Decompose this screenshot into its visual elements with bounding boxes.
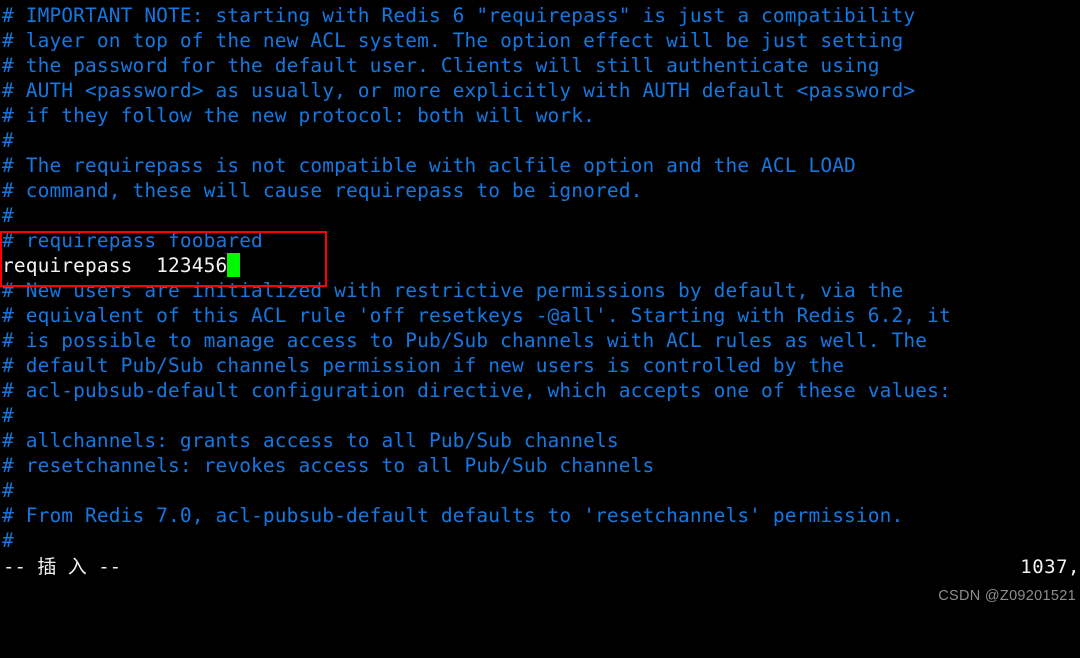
- buffer-line-7[interactable]: # command, these will cause requirepass …: [2, 178, 1080, 203]
- buffer-line-text: # AUTH <password> as usually, or more ex…: [2, 79, 916, 102]
- terminal-window: # IMPORTANT NOTE: starting with Redis 6 …: [0, 0, 1080, 608]
- buffer-line-12[interactable]: # equivalent of this ACL rule 'off reset…: [2, 303, 1080, 328]
- buffer-line-16[interactable]: #: [2, 403, 1080, 428]
- buffer-line-text: # acl-pubsub-default configuration direc…: [2, 379, 951, 402]
- buffer-line-10[interactable]: requirepass 123456: [2, 253, 1080, 278]
- buffer-line-text: # The requirepass is not compatible with…: [2, 154, 856, 177]
- buffer-line-text: requirepass 123456: [2, 254, 228, 277]
- buffer-line-2[interactable]: # the password for the default user. Cli…: [2, 53, 1080, 78]
- buffer-line-text: # equivalent of this ACL rule 'off reset…: [2, 304, 951, 327]
- buffer-line-text: #: [2, 204, 14, 227]
- text-buffer[interactable]: # IMPORTANT NOTE: starting with Redis 6 …: [0, 0, 1080, 553]
- buffer-line-18[interactable]: # resetchannels: revokes access to all P…: [2, 453, 1080, 478]
- buffer-line-4[interactable]: # if they follow the new protocol: both …: [2, 103, 1080, 128]
- buffer-line-15[interactable]: # acl-pubsub-default configuration direc…: [2, 378, 1080, 403]
- buffer-line-text: # resetchannels: revokes access to all P…: [2, 454, 655, 477]
- buffer-line-text: # command, these will cause requirepass …: [2, 179, 643, 202]
- buffer-line-13[interactable]: # is possible to manage access to Pub/Su…: [2, 328, 1080, 353]
- buffer-line-text: # New users are initialized with restric…: [2, 279, 904, 302]
- buffer-line-21[interactable]: #: [2, 528, 1080, 553]
- buffer-line-20[interactable]: # From Redis 7.0, acl-pubsub-default def…: [2, 503, 1080, 528]
- buffer-line-0[interactable]: # IMPORTANT NOTE: starting with Redis 6 …: [2, 3, 1080, 28]
- buffer-line-text: # requirepass foobared: [2, 229, 263, 252]
- buffer-line-text: # layer on top of the new ACL system. Th…: [2, 29, 904, 52]
- buffer-line-text: # IMPORTANT NOTE: starting with Redis 6 …: [2, 4, 916, 27]
- buffer-line-19[interactable]: #: [2, 478, 1080, 503]
- buffer-line-3[interactable]: # AUTH <password> as usually, or more ex…: [2, 78, 1080, 103]
- buffer-line-1[interactable]: # layer on top of the new ACL system. Th…: [2, 28, 1080, 53]
- text-cursor: [227, 253, 241, 277]
- buffer-line-text: # From Redis 7.0, acl-pubsub-default def…: [2, 504, 904, 527]
- buffer-line-11[interactable]: # New users are initialized with restric…: [2, 278, 1080, 303]
- cursor-position-indicator: 1037,: [1020, 556, 1080, 578]
- buffer-line-17[interactable]: # allchannels: grants access to all Pub/…: [2, 428, 1080, 453]
- buffer-line-14[interactable]: # default Pub/Sub channels permission if…: [2, 353, 1080, 378]
- buffer-line-text: #: [2, 404, 14, 427]
- buffer-line-text: # default Pub/Sub channels permission if…: [2, 354, 845, 377]
- buffer-line-6[interactable]: # The requirepass is not compatible with…: [2, 153, 1080, 178]
- buffer-line-text: #: [2, 129, 14, 152]
- buffer-line-text: # if they follow the new protocol: both …: [2, 104, 595, 127]
- buffer-line-5[interactable]: #: [2, 128, 1080, 153]
- buffer-line-text: #: [2, 529, 14, 552]
- buffer-line-9[interactable]: # requirepass foobared: [2, 228, 1080, 253]
- buffer-line-text: #: [2, 479, 14, 502]
- buffer-line-text: # the password for the default user. Cli…: [2, 54, 880, 77]
- vim-mode-indicator: -- 插 入 --: [3, 556, 122, 578]
- buffer-line-text: # allchannels: grants access to all Pub/…: [2, 429, 619, 452]
- vim-status-line: -- 插 入 -- 1037,: [0, 554, 1080, 580]
- buffer-line-8[interactable]: #: [2, 203, 1080, 228]
- buffer-line-text: # is possible to manage access to Pub/Su…: [2, 329, 928, 352]
- csdn-watermark: CSDN @Z09201521: [938, 588, 1076, 604]
